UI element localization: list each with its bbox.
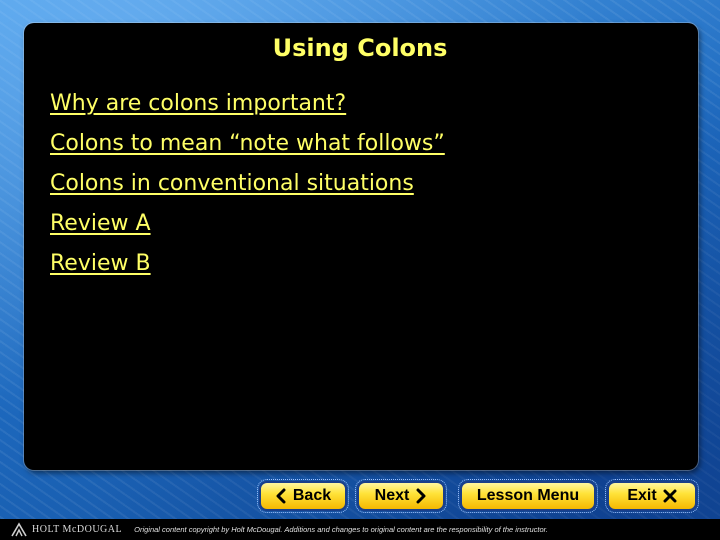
link-review-b[interactable]: Review B [50, 251, 151, 276]
back-label: Back [292, 487, 332, 504]
chevron-right-icon [416, 488, 426, 504]
copyright-notice: Original content copyright by Holt McDou… [134, 525, 548, 534]
next-label: Next [374, 487, 410, 504]
exit-label: Exit [627, 487, 657, 504]
close-icon [663, 489, 677, 503]
back-button[interactable]: Back [257, 479, 349, 513]
list-item: Review B [50, 248, 445, 288]
list-item: Colons to mean “note what follows” [50, 128, 445, 168]
list-item: Review A [50, 208, 445, 248]
link-review-a[interactable]: Review A [50, 211, 151, 236]
slide-title: Using Colons [272, 34, 448, 62]
lesson-menu-label: Lesson Menu [476, 487, 580, 504]
topic-menu: Why are colons important? Colons to mean… [50, 88, 445, 288]
footer-bar: HOLT McDOUGAL Original content copyright… [0, 519, 720, 540]
list-item: Colons in conventional situations [50, 168, 445, 208]
chevron-left-icon [276, 488, 286, 504]
link-colons-conventional-situations[interactable]: Colons in conventional situations [50, 171, 414, 196]
next-button[interactable]: Next [355, 479, 447, 513]
list-item: Why are colons important? [50, 88, 445, 128]
link-why-colons-important[interactable]: Why are colons important? [50, 91, 346, 116]
publisher-logo-text: HOLT McDOUGAL [32, 524, 123, 535]
link-colons-note-what-follows[interactable]: Colons to mean “note what follows” [50, 131, 445, 156]
holt-mcdougal-logo-icon [11, 521, 27, 536]
lesson-menu-button[interactable]: Lesson Menu [458, 479, 598, 513]
navigation-bar: Back Next Lesson Menu Exit [0, 479, 720, 513]
exit-button[interactable]: Exit [605, 479, 699, 513]
